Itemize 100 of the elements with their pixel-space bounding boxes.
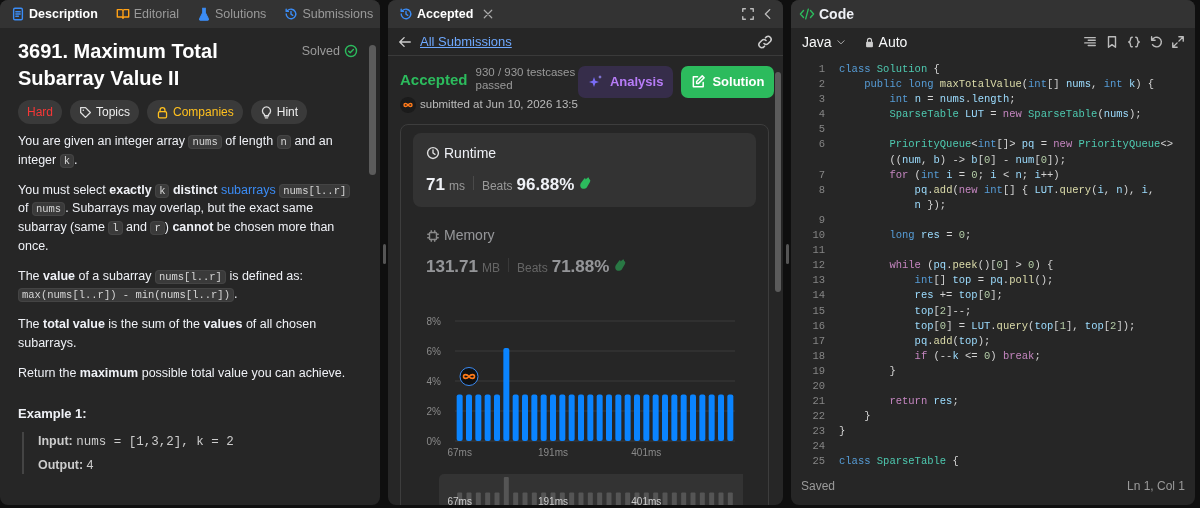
- chevron-down-icon: [835, 37, 846, 47]
- resize-handle[interactable]: [785, 244, 789, 264]
- chart-bar[interactable]: [606, 394, 612, 441]
- beats-value: 96.88%: [516, 173, 575, 196]
- chart-bar[interactable]: [699, 394, 706, 441]
- metric-panel[interactable]: Runtime 71 ms Beats 96.88%: [413, 132, 756, 208]
- line-number: 10: [811, 228, 826, 244]
- code-line: top[2]--;: [913, 303, 972, 319]
- axis-label: 8%: [426, 315, 441, 327]
- panel-tab[interactable]: Description: [8, 2, 101, 26]
- chart-bar[interactable]: [671, 394, 678, 441]
- chart-bar[interactable]: [718, 394, 724, 441]
- chart-bar[interactable]: [652, 394, 659, 441]
- beats-label: Beats: [517, 260, 548, 278]
- chart-bar[interactable]: [494, 394, 500, 441]
- mode-button[interactable]: Auto: [862, 30, 909, 54]
- chart-bar[interactable]: [708, 394, 715, 441]
- axis-label: 191ms: [538, 446, 568, 458]
- metric-panel[interactable]: Memory 131.71 MB Beats 71.88%: [413, 215, 756, 290]
- code-line: }: [888, 363, 896, 379]
- code-line: long res = 0;: [888, 228, 972, 244]
- close-icon[interactable]: [482, 8, 495, 20]
- problem-title: 3691. Maximum Total Subarray Value II: [18, 39, 219, 91]
- tag-icon: [79, 105, 92, 119]
- chart-bar[interactable]: [727, 394, 734, 441]
- description-paragraph: Return the maximum possible total value you can achieve.: [18, 364, 347, 382]
- metric-value: 131.71: [426, 256, 478, 279]
- scrollbar[interactable]: [775, 72, 781, 292]
- metric-unit: ms: [448, 177, 465, 195]
- code-line: pq.add(new int[] { LUT.query(i, n), i,: [913, 182, 1155, 198]
- beats-label: Beats: [481, 177, 513, 195]
- panel-tab[interactable]: Editorial: [112, 2, 182, 26]
- book-icon: [115, 7, 130, 21]
- back-link[interactable]: All Submissions: [398, 31, 512, 52]
- chart-bar[interactable]: [550, 394, 556, 441]
- chart-bar[interactable]: [615, 394, 622, 441]
- panel-tab[interactable]: Solutions: [193, 2, 270, 26]
- chart-bar[interactable]: [531, 394, 538, 441]
- cursor-position: Ln 1, Col 1: [1126, 478, 1185, 495]
- metric-label: Memory: [444, 226, 495, 246]
- example-input-text: Input: nums = [1,3,2], k = 2: [38, 432, 235, 451]
- chart-bar[interactable]: [690, 394, 696, 441]
- chart-bar[interactable]: [503, 347, 510, 441]
- chart-bar[interactable]: [512, 394, 519, 441]
- axis-label: 401ms: [631, 495, 662, 505]
- panel-tab[interactable]: Submissions: [281, 2, 377, 26]
- resize-handle[interactable]: [382, 244, 386, 264]
- chart-bar[interactable]: [634, 394, 640, 441]
- panel-tab[interactable]: Accepted: [396, 2, 477, 26]
- tag-button[interactable]: Topics: [70, 100, 140, 124]
- lightbulb-icon: [259, 105, 273, 119]
- history-icon: [399, 7, 413, 21]
- braces-icon[interactable]: [1127, 35, 1141, 49]
- avatar-icon: [400, 97, 416, 114]
- doc-icon: [11, 7, 25, 21]
- lock-icon: [863, 36, 875, 48]
- chart-bar[interactable]: [680, 394, 687, 441]
- chart-bar[interactable]: [559, 394, 566, 441]
- expand-icon[interactable]: [1171, 35, 1185, 49]
- chart-bar[interactable]: [484, 394, 491, 441]
- description-paragraph: You are given an integer array nums of length n and an integer k .: [18, 133, 334, 170]
- code-line: pq.add(top);: [913, 333, 991, 349]
- tag-button[interactable]: Companies: [147, 100, 243, 124]
- chart-bar[interactable]: [540, 394, 547, 441]
- line-number: 12: [811, 258, 826, 274]
- chart-bar[interactable]: [643, 394, 650, 441]
- tag-button[interactable]: Hint: [250, 100, 308, 124]
- clock-icon: [426, 146, 440, 161]
- verdict-text: Accepted: [400, 70, 468, 90]
- chart-bar[interactable]: [466, 394, 472, 441]
- chart-bar[interactable]: [578, 394, 584, 441]
- chart-bar[interactable]: [662, 394, 668, 441]
- axis-label: 191ms: [538, 495, 568, 505]
- chart-bar[interactable]: [624, 394, 631, 441]
- chart-bar[interactable]: [475, 394, 482, 441]
- analysis-button[interactable]: Analysis: [577, 66, 674, 98]
- line-number: 4: [817, 107, 826, 123]
- avatar-icon[interactable]: [459, 366, 479, 386]
- chart-bar[interactable]: [587, 394, 594, 441]
- code-line: int n = nums.length;: [888, 92, 1016, 108]
- chart-bar[interactable]: [522, 394, 528, 441]
- testcases-text: 930 / 930 testcases passed: [475, 66, 576, 93]
- check-circle-icon: [344, 44, 358, 59]
- scrollbar[interactable]: [369, 45, 376, 175]
- line-number: 11: [811, 243, 826, 259]
- code-line: SparseTable LUT = new SparseTable(nums);: [888, 107, 1142, 123]
- chart-bar[interactable]: [568, 394, 575, 441]
- subarray-link[interactable]: subarrays: [220, 182, 280, 197]
- line-number: 22: [811, 409, 826, 425]
- axis-label: 401ms: [631, 446, 662, 458]
- code-line: }: [839, 424, 846, 440]
- bookmark-icon[interactable]: [1105, 35, 1119, 49]
- language-dropdown[interactable]: Java: [801, 30, 847, 54]
- link-icon[interactable]: [757, 33, 773, 50]
- undo-icon[interactable]: [1149, 35, 1163, 49]
- chart-bar[interactable]: [596, 394, 603, 441]
- fullscreen-icon[interactable]: [741, 7, 755, 21]
- line-number: 15: [811, 303, 826, 319]
- format-icon[interactable]: [1083, 35, 1097, 49]
- chart-bar[interactable]: [456, 394, 463, 441]
